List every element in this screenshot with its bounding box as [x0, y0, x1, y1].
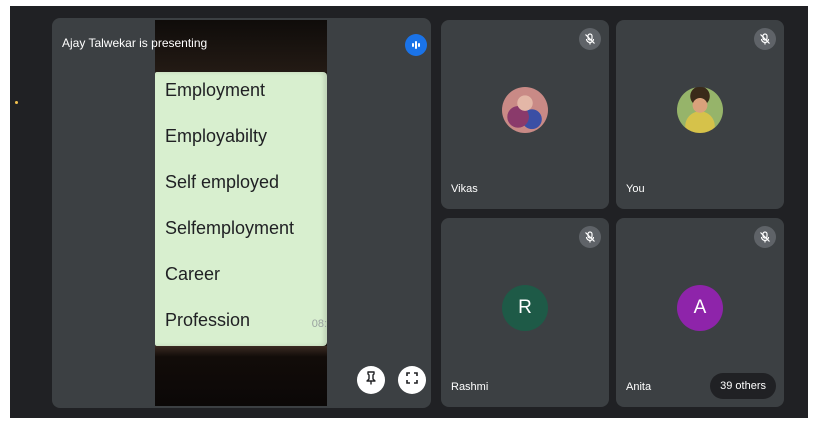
avatar: A	[677, 284, 723, 331]
pin-icon	[364, 370, 378, 390]
mic-off-icon	[579, 226, 601, 248]
others-count-chip[interactable]: 39 others	[710, 373, 776, 399]
mic-off-icon	[579, 28, 601, 50]
slide-item: Employment	[165, 80, 266, 100]
participant-tile-vikas[interactable]: Vikas	[441, 20, 609, 209]
participant-name: Anita	[626, 381, 652, 393]
participant-name: Rashmi	[451, 381, 489, 393]
meeting-stage: Employment Employabilty Self employed Se…	[10, 6, 808, 418]
slide-item: Self employed	[165, 172, 280, 192]
status-dot	[15, 101, 18, 104]
presentation-video: Employment Employabilty Self employed Se…	[155, 20, 327, 406]
avatar: R	[502, 284, 548, 331]
pin-button[interactable]	[357, 366, 385, 394]
slide-item: Profession	[165, 310, 251, 330]
presenter-label: Ajay Talwekar is presenting	[62, 36, 208, 50]
mic-off-icon	[754, 226, 776, 248]
fullscreen-button[interactable]	[398, 366, 426, 394]
participant-tile-you[interactable]: You	[616, 20, 784, 209]
avatar	[677, 86, 723, 133]
participant-tile-rashmi[interactable]: R Rashmi	[441, 218, 609, 407]
fullscreen-icon	[405, 371, 419, 390]
participant-name: Vikas	[451, 183, 478, 195]
avatar	[502, 86, 548, 133]
slide-paper: Employment Employabilty Self employed Se…	[155, 72, 327, 346]
slide-page-number: 08:	[311, 318, 327, 330]
slide-item: Career	[165, 264, 221, 284]
slide-item: Employabilty	[165, 126, 268, 146]
presentation-tile[interactable]: Employment Employabilty Self employed Se…	[52, 18, 431, 408]
slide-item: Selfemployment	[165, 218, 295, 238]
video-bottom-area	[155, 346, 327, 406]
participant-name: You	[626, 183, 645, 195]
participant-tile-anita[interactable]: A Anita 39 others	[616, 218, 784, 407]
audio-active-icon	[405, 34, 427, 56]
mic-off-icon	[754, 28, 776, 50]
